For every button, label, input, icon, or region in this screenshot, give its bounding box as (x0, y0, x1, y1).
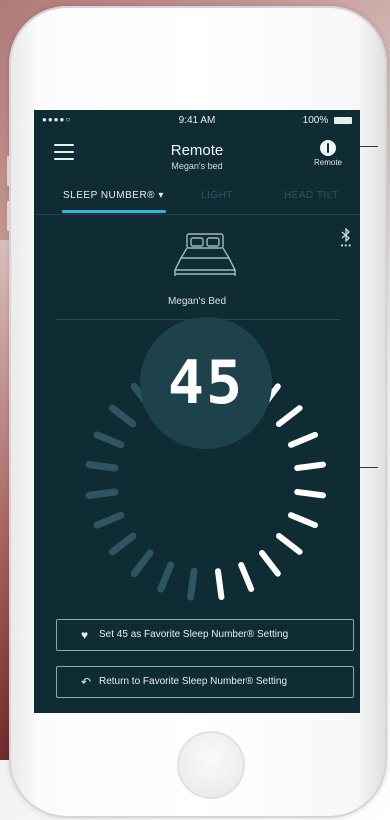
battery-icon (334, 116, 352, 124)
dial-tick-inactive (93, 511, 125, 529)
volume-up-button (7, 156, 10, 186)
app-header: Remote Megan's bed Remote (34, 136, 360, 180)
bluetooth-icon (341, 227, 351, 243)
tab-sleep-number[interactable]: SLEEP NUMBER® ▾ (63, 190, 164, 201)
dial-tick-active (275, 405, 303, 427)
dial-tick-active (287, 512, 319, 529)
dial-tick-inactive (108, 404, 137, 428)
callout-line-remote (360, 146, 378, 147)
dial-tick-inactive (85, 461, 119, 472)
callout-line-dial (360, 467, 378, 468)
heart-icon: ♥ (81, 628, 89, 642)
set-favorite-label: Set 45 as Favorite Sleep Number® Setting (99, 629, 289, 640)
dial-tick-active (294, 489, 326, 499)
dial-tick-inactive (108, 532, 137, 556)
bed-icon (173, 233, 237, 276)
tab-light[interactable]: LIGHT (201, 190, 233, 201)
undo-icon: ↶ (81, 675, 92, 689)
bluetooth-status[interactable]: ••• (340, 227, 352, 250)
dial-tick-inactive (187, 567, 198, 601)
battery-indicator: 100% (303, 115, 352, 126)
dial-tick-inactive (85, 488, 119, 499)
dial-tick-inactive (93, 431, 125, 449)
battery-percent: 100% (302, 115, 329, 126)
status-bar: ●●●●○ 9:41 AM 100% (34, 110, 360, 130)
remote-icon (320, 140, 336, 156)
active-tab-indicator (62, 210, 166, 213)
set-favorite-button[interactable]: ♥ Set 45 as Favorite Sleep Number® Setti… (56, 619, 354, 651)
return-favorite-label: Return to Favorite Sleep Number® Setting (99, 676, 288, 687)
dial-tick-active (238, 561, 255, 593)
dial-tick-active (294, 461, 326, 471)
dial-tick-active (287, 431, 319, 448)
tab-bar: SLEEP NUMBER® ▾ LIGHT HEAD TILT (34, 184, 360, 214)
dial-tick-active (215, 568, 225, 600)
bluetooth-dots: ••• (340, 241, 352, 250)
return-favorite-button[interactable]: ↶ Return to Favorite Sleep Number® Setti… (56, 666, 354, 698)
dial-tick-inactive (157, 561, 175, 593)
home-button[interactable] (177, 731, 245, 799)
tab-head-tilt[interactable]: HEAD TILT (284, 190, 339, 201)
sleep-number-value: 45 (167, 348, 245, 418)
remote-label: Remote (313, 158, 342, 167)
volume-down-button (7, 201, 10, 231)
dial-tick-active (275, 533, 303, 555)
bed-name: Megan's Bed (167, 296, 227, 307)
remote-button[interactable]: Remote (308, 138, 348, 167)
dial-tick-inactive (130, 549, 154, 578)
dial-tick-active (259, 549, 281, 577)
tab-divider (34, 214, 360, 215)
